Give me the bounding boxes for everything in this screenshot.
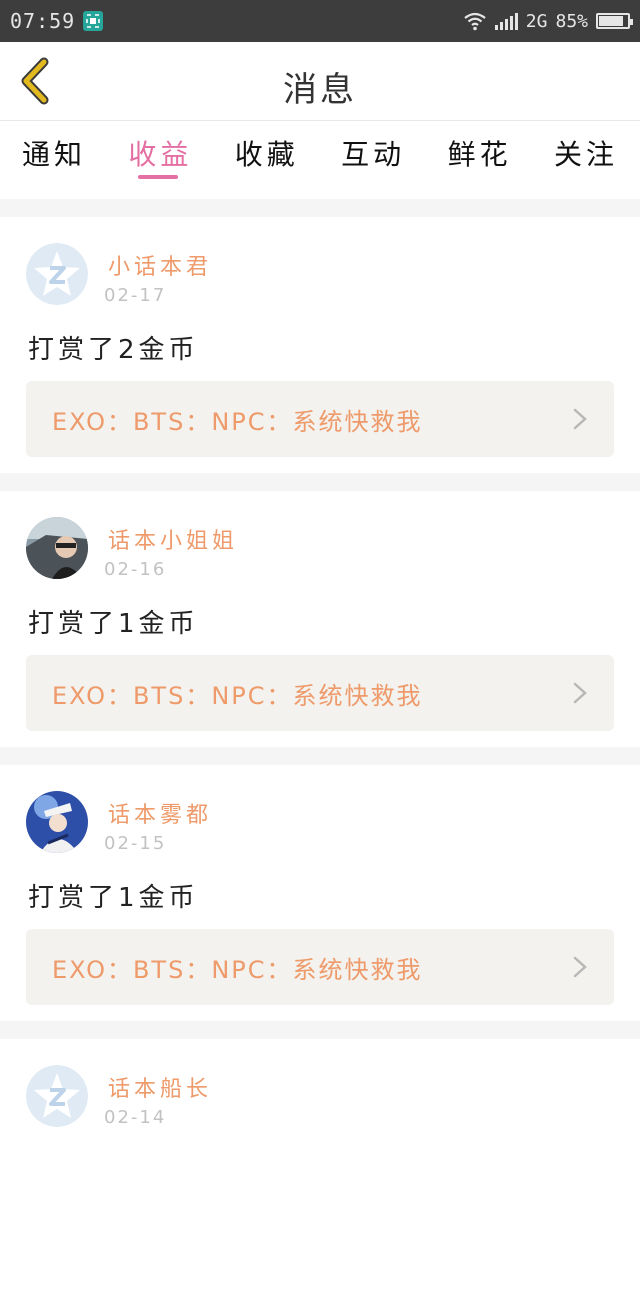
default-avatar-icon xyxy=(26,1065,88,1127)
battery-icon xyxy=(596,13,633,29)
tab-favorites[interactable]: 收藏 xyxy=(235,121,299,199)
message-card: 话本雾都 02-15 打赏了1金币 EXO：BTS：NPC：系统快救我 xyxy=(0,765,640,1021)
tab-notifications[interactable]: 通知 xyxy=(22,121,86,199)
photo-avatar-icon xyxy=(26,517,88,579)
tab-earnings[interactable]: 收益 xyxy=(128,121,192,199)
message-date: 02-14 xyxy=(104,1107,167,1128)
message-card: 话本小姐姐 02-16 打赏了1金币 EXO：BTS：NPC：系统快救我 xyxy=(0,491,640,747)
message-date: 02-15 xyxy=(104,833,167,854)
avatar[interactable] xyxy=(26,243,88,305)
photo-avatar-icon xyxy=(26,791,88,853)
book-link[interactable]: EXO：BTS：NPC：系统快救我 xyxy=(26,381,614,457)
reward-text: 打赏了2金币 xyxy=(28,335,199,365)
username[interactable]: 话本小姐姐 xyxy=(108,523,238,555)
message-card: 小话本君 02-17 打赏了2金币 EXO：BTS：NPC：系统快救我 xyxy=(0,217,640,473)
default-avatar-icon xyxy=(26,243,88,305)
avatar[interactable] xyxy=(26,1065,88,1127)
chevron-right-icon xyxy=(573,408,587,430)
signal-icon xyxy=(494,12,518,30)
message-date: 02-16 xyxy=(104,559,167,580)
page-title: 消息 xyxy=(283,70,357,110)
message-card: 话本船长 02-14 xyxy=(0,1039,640,1295)
message-date: 02-17 xyxy=(104,285,167,306)
message-list: 小话本君 02-17 打赏了2金币 EXO：BTS：NPC：系统快救我 话本小姐… xyxy=(0,199,640,1295)
reward-text: 打赏了1金币 xyxy=(28,883,199,913)
tab-flowers[interactable]: 鲜花 xyxy=(448,121,512,199)
network-type: 2G xyxy=(525,10,548,32)
avatar[interactable] xyxy=(26,517,88,579)
screenshot-app-icon xyxy=(83,11,104,31)
wifi-icon xyxy=(464,12,486,31)
book-title: EXO：BTS：NPC：系统快救我 xyxy=(52,407,423,436)
tab-bar: 通知 收益 收藏 互动 鲜花 关注 xyxy=(0,121,640,199)
status-time: 07:59 xyxy=(10,9,76,33)
active-tab-indicator xyxy=(138,175,179,179)
status-bar: 07:59 2G 85% xyxy=(0,0,640,42)
chevron-right-icon xyxy=(573,682,587,704)
reward-text: 打赏了1金币 xyxy=(28,609,199,639)
username[interactable]: 小话本君 xyxy=(108,249,212,281)
username[interactable]: 话本雾都 xyxy=(108,797,212,829)
header: 消息 xyxy=(0,42,640,121)
chevron-right-icon xyxy=(573,956,587,978)
avatar[interactable] xyxy=(26,791,88,853)
book-title: EXO：BTS：NPC：系统快救我 xyxy=(52,681,423,710)
battery-percent: 85% xyxy=(555,10,588,32)
tab-interactions[interactable]: 互动 xyxy=(341,121,405,199)
username[interactable]: 话本船长 xyxy=(108,1071,212,1103)
tab-following[interactable]: 关注 xyxy=(554,121,618,199)
book-link[interactable]: EXO：BTS：NPC：系统快救我 xyxy=(26,929,614,1005)
book-title: EXO：BTS：NPC：系统快救我 xyxy=(52,955,423,984)
book-link[interactable]: EXO：BTS：NPC：系统快救我 xyxy=(26,655,614,731)
